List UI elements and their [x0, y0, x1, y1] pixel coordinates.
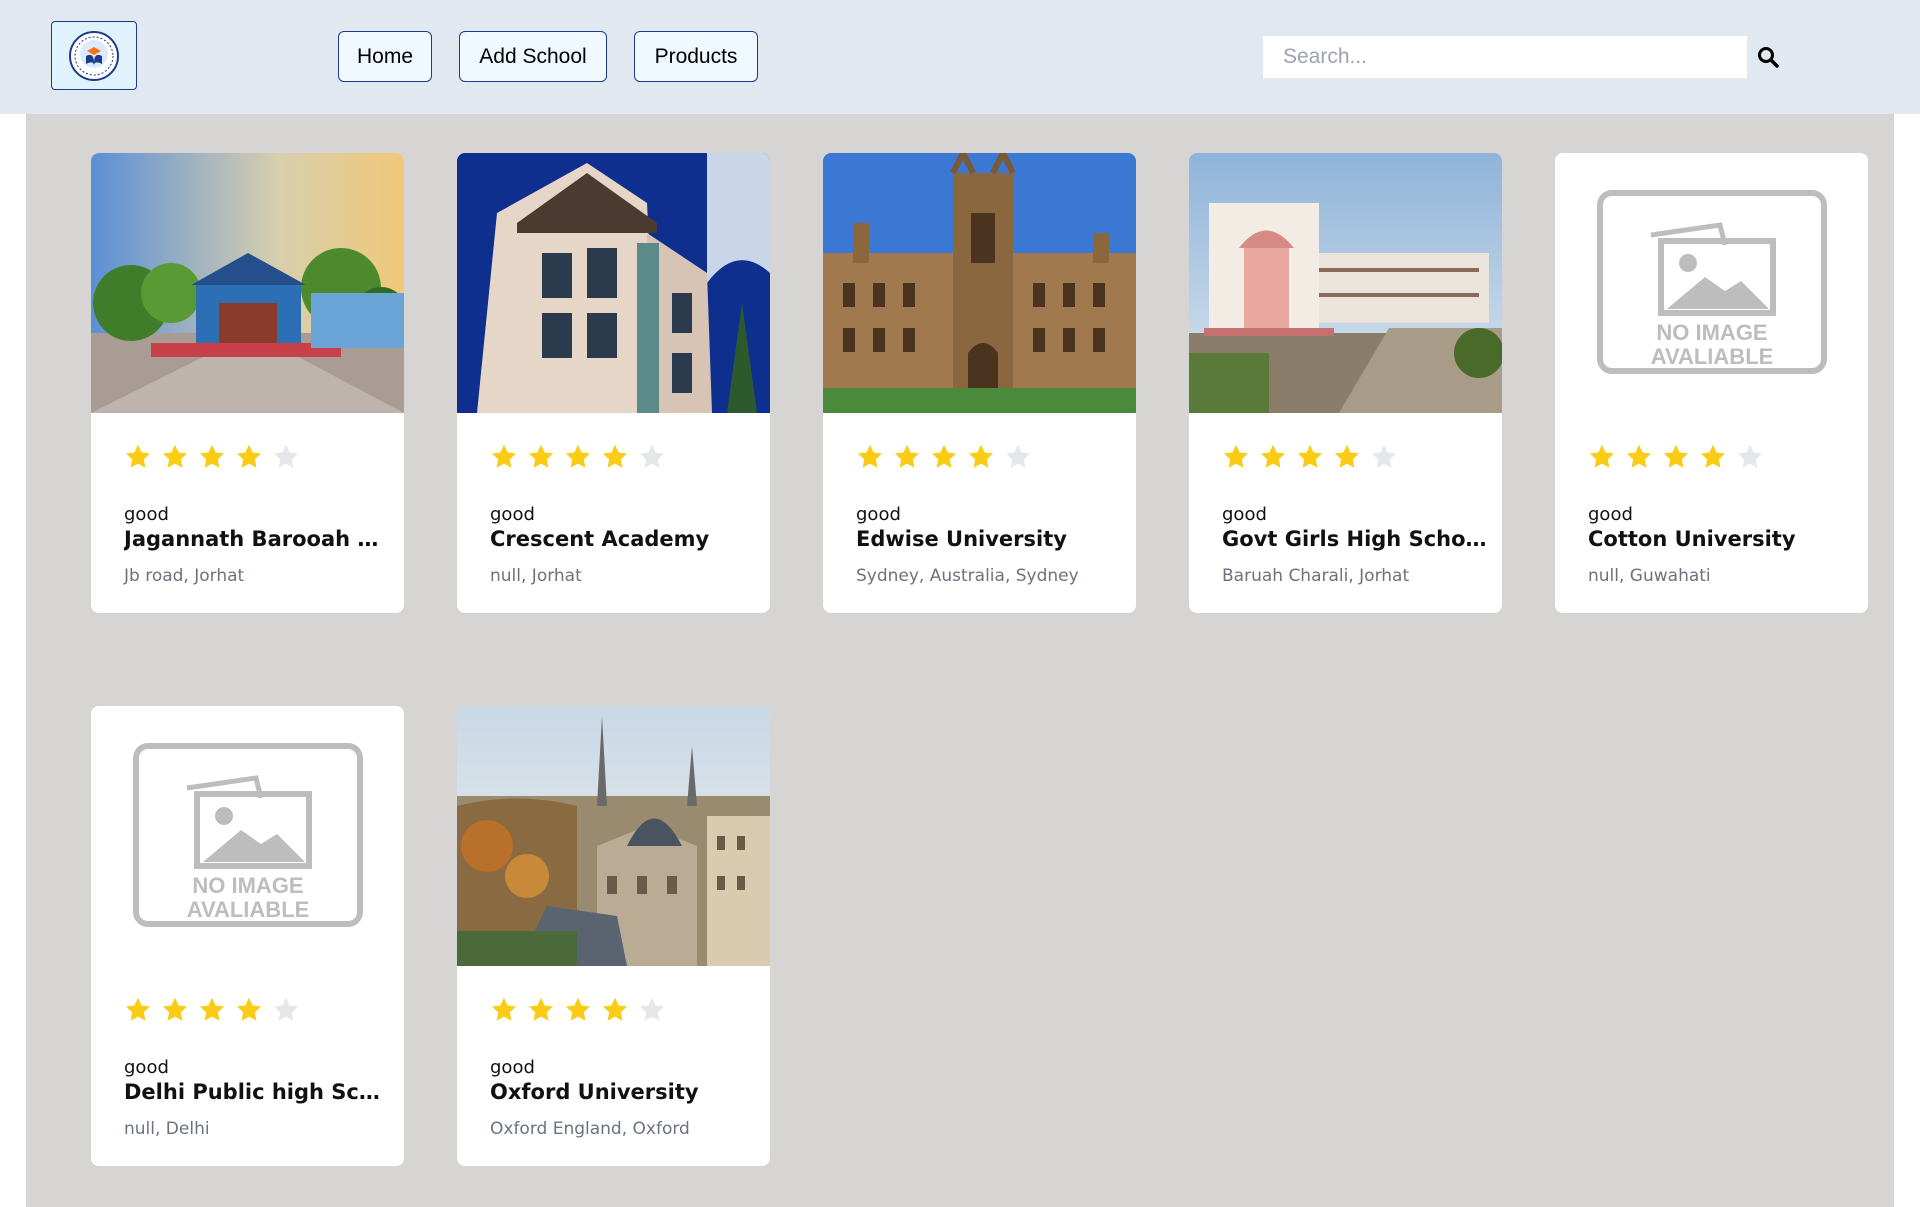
school-grid: good Jagannath Barooah Coll... Jb road, … [26, 114, 1894, 1207]
star-filled-icon [125, 444, 151, 468]
rating-stars [124, 443, 300, 471]
rating-label: good [490, 1057, 535, 1078]
rating-stars [490, 443, 666, 471]
school-card[interactable]: NO IMAGE AVALIABLE good Delhi Public hig… [91, 706, 404, 1166]
star-empty-icon [1371, 444, 1397, 468]
school-image [457, 706, 770, 966]
school-name[interactable]: Oxford University [490, 1080, 755, 1104]
navbar: Home Add School Products [0, 0, 1920, 114]
placeholder-text: NO IMAGE [192, 873, 303, 898]
star-filled-icon [602, 997, 628, 1021]
nav-products-button[interactable]: Products [634, 31, 758, 82]
rating-stars [1588, 443, 1764, 471]
star-empty-icon [1005, 444, 1031, 468]
search-input[interactable] [1263, 36, 1747, 78]
rating-label: good [124, 504, 169, 525]
star-filled-icon [1663, 444, 1689, 468]
school-location: Oxford England, Oxford [490, 1119, 690, 1139]
rating-label: good [1222, 504, 1267, 525]
school-card[interactable]: good Crescent Academy null, Jorhat [457, 153, 770, 613]
star-empty-icon [1737, 444, 1763, 468]
rating-label: good [490, 504, 535, 525]
star-filled-icon [565, 444, 591, 468]
nav-home-label: Home [356, 44, 414, 68]
star-filled-icon [528, 997, 554, 1021]
star-filled-icon [931, 444, 957, 468]
star-filled-icon [162, 997, 188, 1021]
rating-label: good [124, 1057, 169, 1078]
school-card[interactable]: good Govt Girls High School Baruah Chara… [1189, 153, 1502, 613]
nav-add-school-button[interactable]: Add School [459, 31, 607, 82]
school-location: Baruah Charali, Jorhat [1222, 566, 1410, 586]
school-name[interactable]: Cotton University [1588, 527, 1853, 551]
star-empty-icon [273, 997, 299, 1021]
school-location: Sydney, Australia, Sydney [856, 566, 1079, 586]
star-filled-icon [1297, 444, 1323, 468]
star-filled-icon [894, 444, 920, 468]
star-filled-icon [236, 444, 262, 468]
placeholder-text: NO IMAGE [1656, 320, 1767, 345]
school-name[interactable]: Delhi Public high School [124, 1080, 389, 1104]
star-filled-icon [199, 444, 225, 468]
star-empty-icon [639, 997, 665, 1021]
school-image [457, 153, 770, 413]
school-location: Jb road, Jorhat [124, 566, 245, 586]
star-filled-icon [1626, 444, 1652, 468]
search-icon[interactable] [1756, 45, 1780, 69]
rating-label: good [856, 504, 901, 525]
nav-add-school-label: Add School [479, 44, 587, 68]
star-empty-icon [639, 444, 665, 468]
school-name[interactable]: Jagannath Barooah Coll... [124, 527, 389, 551]
star-filled-icon [857, 444, 883, 468]
placeholder-text: AVALIABLE [1651, 344, 1774, 369]
star-empty-icon [273, 444, 299, 468]
school-name[interactable]: Govt Girls High School [1222, 527, 1487, 551]
rating-stars [124, 996, 300, 1024]
school-image [91, 153, 404, 413]
school-name[interactable]: Crescent Academy [490, 527, 755, 551]
star-filled-icon [1223, 444, 1249, 468]
rating-stars [490, 996, 666, 1024]
rating-stars [1222, 443, 1398, 471]
nav-products-label: Products [654, 44, 738, 68]
school-location: null, Delhi [124, 1119, 210, 1139]
star-filled-icon [199, 997, 225, 1021]
star-filled-icon [1589, 444, 1615, 468]
star-filled-icon [125, 997, 151, 1021]
star-filled-icon [565, 997, 591, 1021]
school-name[interactable]: Edwise University [856, 527, 1121, 551]
school-emblem-icon [69, 30, 119, 81]
star-filled-icon [968, 444, 994, 468]
star-filled-icon [491, 444, 517, 468]
school-image [823, 153, 1136, 413]
star-filled-icon [602, 444, 628, 468]
rating-label: good [1588, 504, 1633, 525]
no-image-placeholder: NO IMAGE AVALIABLE [1555, 153, 1868, 413]
star-filled-icon [491, 997, 517, 1021]
star-filled-icon [1700, 444, 1726, 468]
school-card[interactable]: good Edwise University Sydney, Australia… [823, 153, 1136, 613]
star-filled-icon [528, 444, 554, 468]
star-filled-icon [1260, 444, 1286, 468]
star-filled-icon [162, 444, 188, 468]
nav-home-button[interactable]: Home [338, 31, 432, 82]
logo[interactable] [51, 21, 137, 90]
star-filled-icon [1334, 444, 1360, 468]
placeholder-text: AVALIABLE [187, 897, 310, 922]
star-filled-icon [236, 997, 262, 1021]
no-image-placeholder: NO IMAGE AVALIABLE [91, 706, 404, 966]
rating-stars [856, 443, 1032, 471]
school-location: null, Jorhat [490, 566, 582, 586]
school-card[interactable]: good Oxford University Oxford England, O… [457, 706, 770, 1166]
school-location: null, Guwahati [1588, 566, 1711, 586]
school-card[interactable]: good Jagannath Barooah Coll... Jb road, … [91, 153, 404, 613]
school-card[interactable]: NO IMAGE AVALIABLE good Cotton Universit… [1555, 153, 1868, 613]
school-image [1189, 153, 1502, 413]
